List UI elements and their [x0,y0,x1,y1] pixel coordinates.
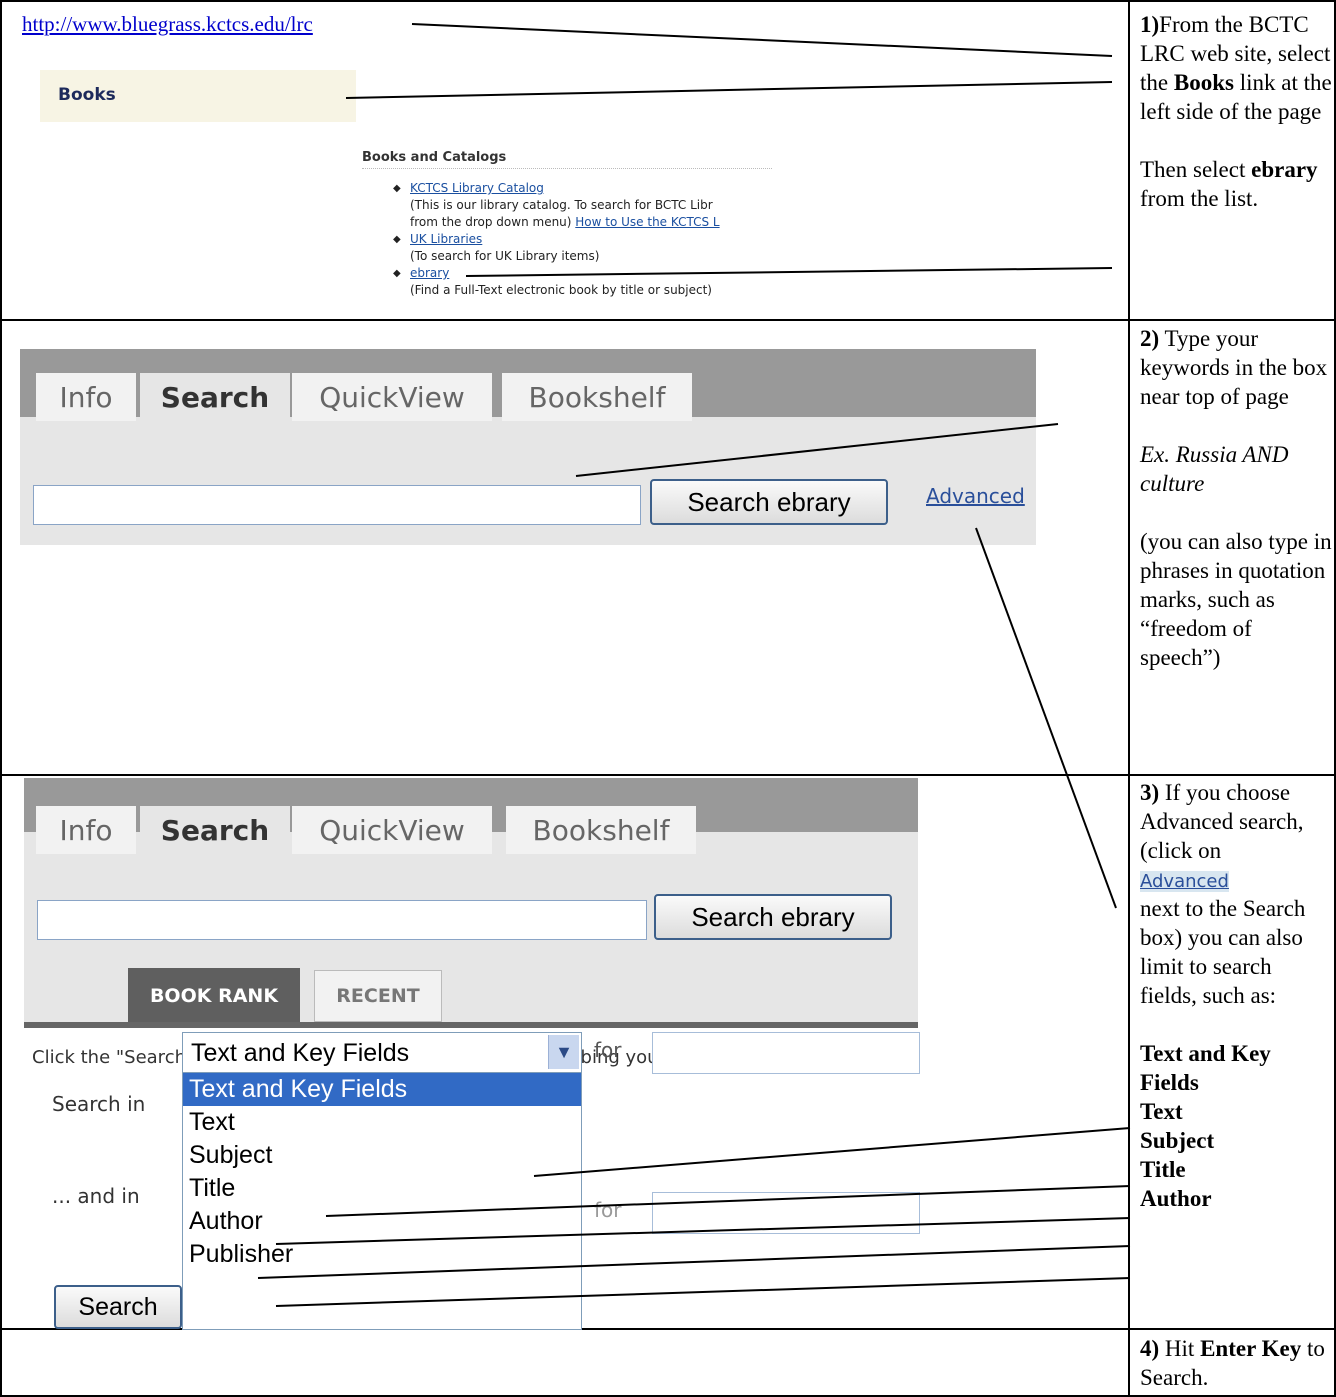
callout-line-title [257,1245,1131,1279]
callout-line-books [345,81,1113,99]
callout-line-text [325,1185,1131,1217]
callout-line-url [411,23,1113,57]
callout-lines [257,23,1131,1307]
callout-line-advanced [975,527,1117,909]
callout-line-subject [275,1217,1131,1245]
callout-line-ebrary [465,267,1113,277]
callout-line-author [275,1277,1131,1307]
callout-line-text-key [533,1127,1131,1177]
callout-line-search-box [575,423,1059,477]
